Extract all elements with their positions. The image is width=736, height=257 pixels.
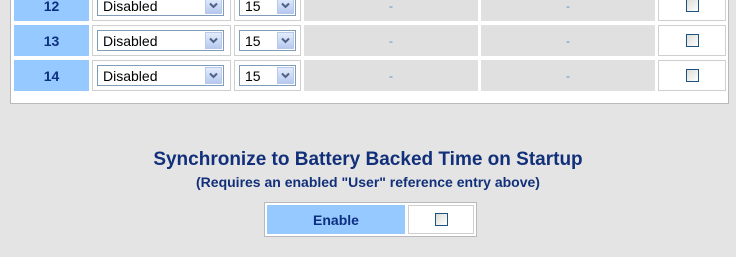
mode-select[interactable]: Disabled — [97, 65, 224, 86]
interval-select-value: 15 — [245, 0, 261, 14]
row-checkbox[interactable] — [685, 69, 699, 82]
chevron-down-icon[interactable] — [277, 32, 294, 49]
interval-select-value: 15 — [245, 67, 261, 84]
select-cell — [658, 0, 726, 21]
value-a-cell: - — [304, 0, 478, 21]
chevron-down-icon[interactable] — [205, 32, 222, 49]
interval-select-value: 15 — [245, 32, 261, 49]
value-a-cell: - — [304, 25, 478, 56]
chevron-down-icon[interactable] — [277, 0, 294, 14]
value-b-cell: - — [481, 60, 655, 91]
chevron-down-icon[interactable] — [205, 0, 222, 14]
table-row: 12 Disabled 15 - - — [11, 0, 728, 23]
row-number: 14 — [14, 60, 89, 91]
interval-select[interactable]: 15 — [239, 0, 296, 16]
row-number: 12 — [14, 0, 89, 21]
value-b-cell: - — [481, 25, 655, 56]
mode-cell: Disabled — [92, 60, 231, 91]
mode-select[interactable]: Disabled — [97, 0, 224, 16]
mode-select-value: Disabled — [103, 0, 158, 14]
select-cell — [658, 25, 726, 56]
sync-title: Synchronize to Battery Backed Time on St… — [153, 149, 583, 170]
table-row: 13 Disabled 15 - - — [11, 23, 728, 58]
value-b-cell: - — [481, 0, 655, 21]
sync-subtitle: (Requires an enabled "User" reference en… — [196, 174, 540, 190]
row-checkbox[interactable] — [685, 0, 699, 12]
value-a-cell: - — [304, 60, 478, 91]
interval-select[interactable]: 15 — [239, 30, 296, 51]
sync-enable-table: Enable — [264, 202, 477, 237]
mode-cell: Disabled — [92, 0, 231, 21]
reference-table: 12 Disabled 15 - - 13 Disabled 15 - - 14… — [10, 0, 729, 104]
enable-checkbox[interactable] — [434, 213, 448, 226]
interval-select[interactable]: 15 — [239, 65, 296, 86]
mode-select[interactable]: Disabled — [97, 30, 224, 51]
interval-cell: 15 — [234, 0, 301, 21]
mode-cell: Disabled — [92, 25, 231, 56]
mode-select-value: Disabled — [103, 67, 158, 84]
row-checkbox[interactable] — [685, 34, 699, 47]
enable-label: Enable — [267, 205, 405, 234]
chevron-down-icon[interactable] — [277, 67, 294, 84]
mode-select-value: Disabled — [103, 32, 158, 49]
enable-cell — [408, 205, 474, 234]
row-number: 13 — [14, 25, 89, 56]
select-cell — [658, 60, 726, 91]
table-row: 14 Disabled 15 - - — [11, 58, 728, 93]
chevron-down-icon[interactable] — [205, 67, 222, 84]
interval-cell: 15 — [234, 60, 301, 91]
interval-cell: 15 — [234, 25, 301, 56]
